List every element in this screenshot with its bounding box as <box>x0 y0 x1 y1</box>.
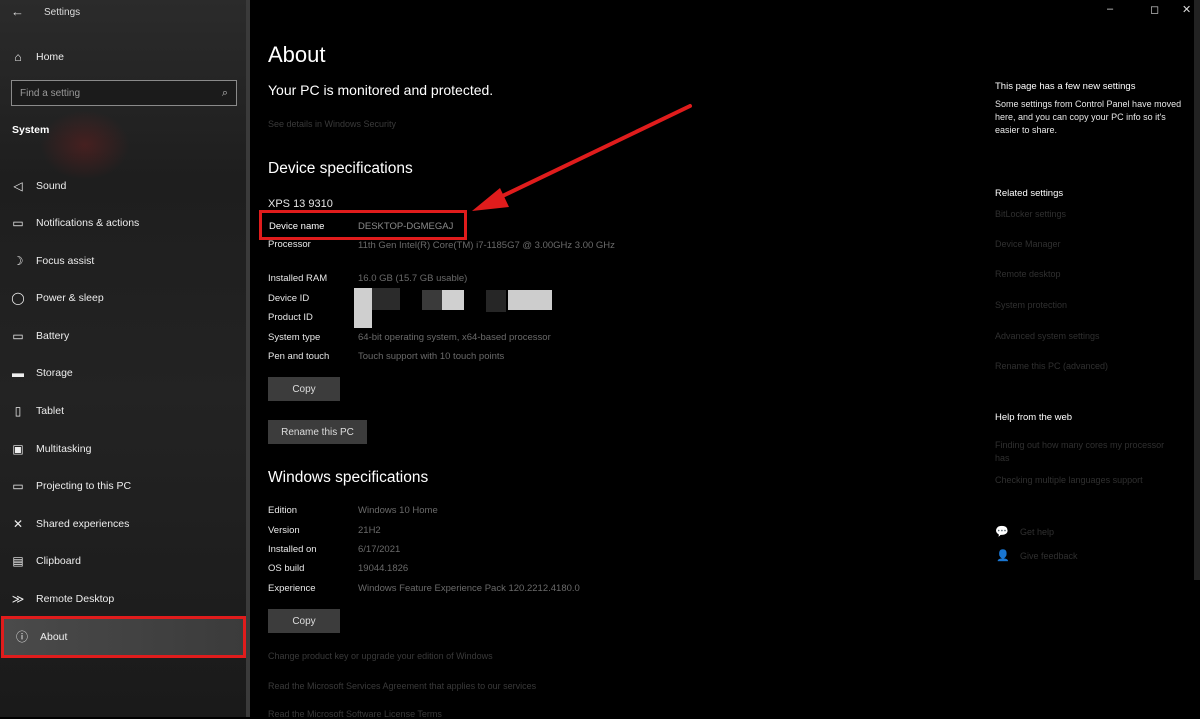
give-feedback-link[interactable]: Give feedback <box>1020 551 1078 561</box>
chat-icon: 💬 <box>995 526 1009 538</box>
arrow-head <box>472 188 509 211</box>
related-link-remote-desktop[interactable]: Remote desktop <box>995 269 1061 279</box>
help-link-cores[interactable]: Finding out how many cores my processor … <box>995 439 1175 465</box>
related-link-system-protection[interactable]: System protection <box>995 300 1067 310</box>
main-scrollbar[interactable] <box>1194 0 1200 580</box>
help-heading: Help from the web <box>995 412 1073 423</box>
related-settings-heading: Related settings <box>995 188 1064 199</box>
right-panel: This page has a few new settings Some se… <box>995 0 1185 717</box>
related-link-device-manager[interactable]: Device Manager <box>995 239 1061 249</box>
related-link-bitlocker[interactable]: BitLocker settings <box>995 209 1066 219</box>
get-help-link[interactable]: Get help <box>1020 527 1054 537</box>
new-settings-text: Some settings from Control Panel have mo… <box>995 99 1182 135</box>
new-settings-heading: This page has a few new settings <box>995 81 1136 92</box>
arrow-shaft <box>488 104 692 204</box>
feedback-icon: 👤 <box>996 550 1010 562</box>
related-link-rename-advanced[interactable]: Rename this PC (advanced) <box>995 361 1108 371</box>
help-link-languages[interactable]: Checking multiple languages support <box>995 475 1143 485</box>
related-link-advanced-system[interactable]: Advanced system settings <box>995 331 1100 341</box>
